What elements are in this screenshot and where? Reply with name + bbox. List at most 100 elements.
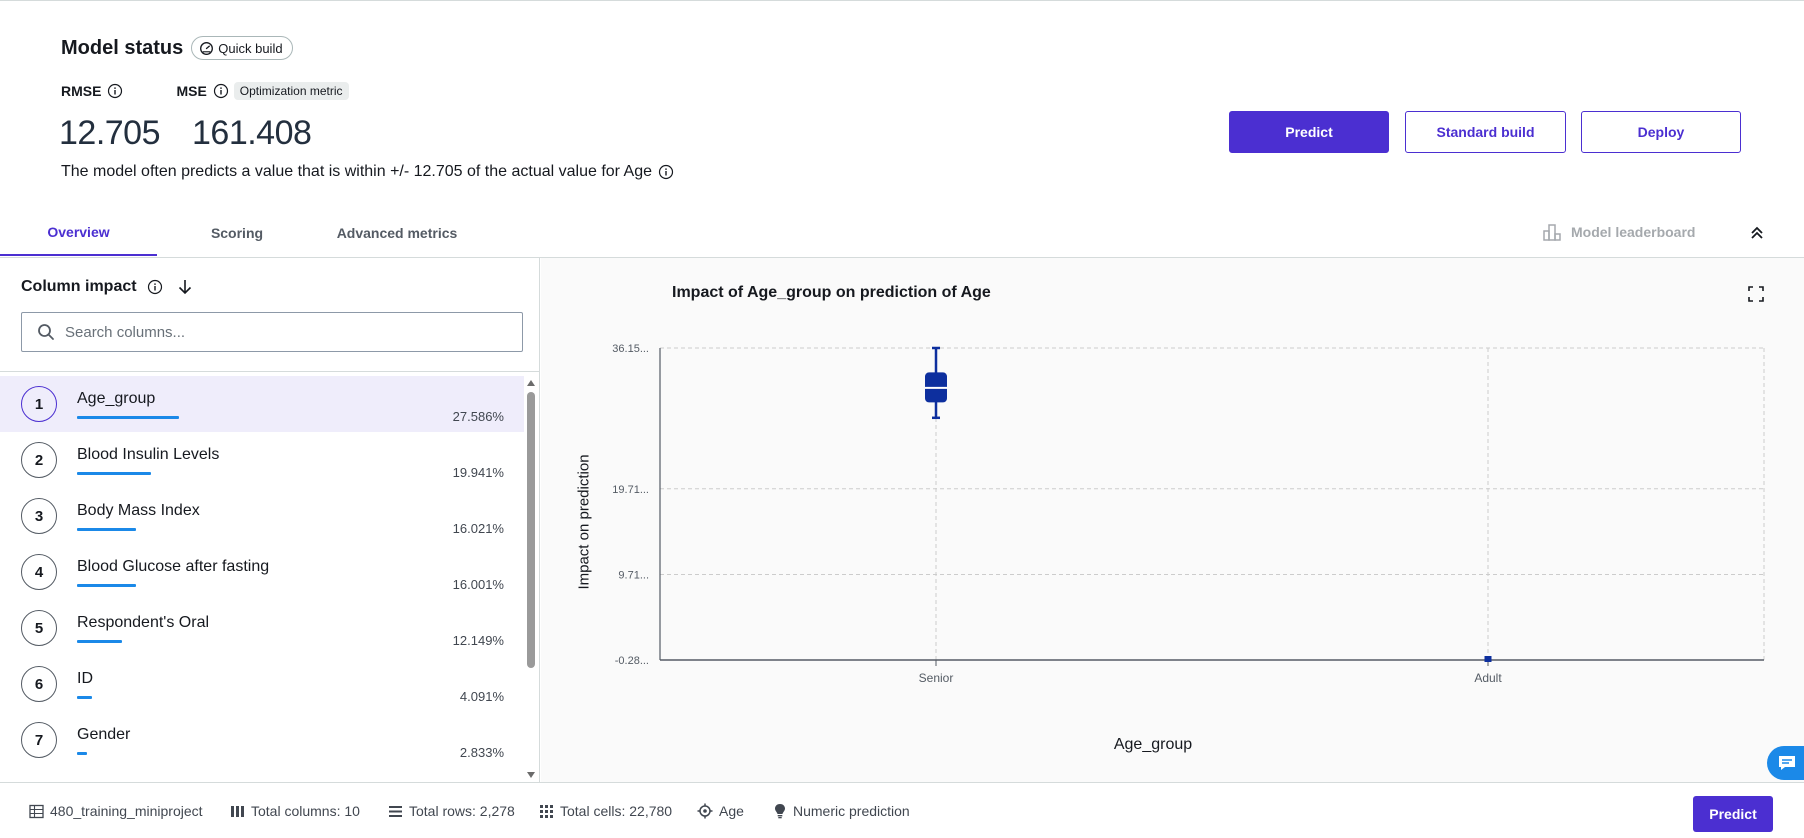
box-plot-chart: 36.15... 19.71... 9.71... -0.28... Senior Adu… bbox=[612, 343, 1765, 685]
build-chip-label: Quick build bbox=[218, 40, 283, 56]
metric-description-text: The model often predicts a value that is… bbox=[61, 163, 653, 180]
build-type-chip: Quick build bbox=[191, 36, 293, 60]
column-impact-row[interactable]: 4 Blood Glucose after fasting 16.001% bbox=[0, 544, 524, 600]
metric-labels: RMSE MSE Optimization metric bbox=[61, 82, 349, 100]
feedback-chat-button[interactable] bbox=[1767, 746, 1804, 780]
column-impact-row[interactable]: 5 Respondent's Oral 12.149% bbox=[0, 600, 524, 656]
tab-advanced-metrics[interactable]: Advanced metrics bbox=[317, 210, 477, 256]
impact-bar bbox=[77, 416, 179, 419]
impact-percentage: 27.586% bbox=[452, 409, 504, 424]
status-footer: 480_training_miniproject Total columns: … bbox=[0, 782, 1804, 838]
rank-badge: 5 bbox=[21, 610, 57, 646]
impact-bar bbox=[77, 528, 136, 531]
mse-label: MSE bbox=[176, 83, 207, 99]
rank-badge: 1 bbox=[21, 386, 57, 422]
y-tick-label: 19.71... bbox=[612, 484, 649, 496]
list-divider bbox=[0, 371, 540, 372]
scroll-down-arrow-icon[interactable] bbox=[527, 772, 535, 778]
rank-badge: 2 bbox=[21, 442, 57, 478]
list-scrollbar[interactable] bbox=[524, 376, 538, 782]
column-impact-row[interactable]: 3 Body Mass Index 16.021% bbox=[0, 488, 524, 544]
column-name: Blood Glucose after fasting bbox=[77, 558, 270, 575]
tab-bar: Overview Scoring Advanced metrics Model … bbox=[0, 210, 1804, 258]
mse-label-group: MSE Optimization metric bbox=[176, 82, 349, 100]
column-impact-row[interactable]: 7 Gender 2.833% bbox=[0, 712, 524, 768]
box-marker bbox=[1484, 656, 1492, 662]
column-impact-row[interactable]: 1 Age_group 27.586% bbox=[0, 376, 524, 432]
column-impact-list: 1 Age_group 27.586% 2 Blood Insulin Levels 19… bbox=[0, 376, 524, 782]
collapse-chevron-icon[interactable] bbox=[1748, 224, 1766, 247]
search-icon bbox=[38, 324, 54, 340]
rmse-label: RMSE bbox=[61, 83, 102, 99]
column-impact-row[interactable]: 6 ID 4.091% bbox=[0, 656, 524, 712]
y-tick-label: 36.15... bbox=[612, 343, 649, 355]
chat-bubble-icon bbox=[1779, 756, 1795, 770]
column-name: Body Mass Index bbox=[77, 502, 200, 519]
scroll-up-arrow-icon[interactable] bbox=[527, 380, 535, 386]
rmse-value: 12.705 bbox=[59, 114, 161, 152]
footer-rows: Total rows: 2,278 bbox=[388, 803, 515, 819]
x-tick-label: Adult bbox=[1474, 671, 1502, 685]
grid-icon bbox=[540, 804, 553, 818]
rank-badge: 4 bbox=[21, 554, 57, 590]
x-axis-label: Age_group bbox=[1113, 736, 1193, 753]
leaderboard-icon bbox=[1543, 224, 1561, 241]
impact-bar bbox=[77, 752, 87, 755]
column-name: Respondent's Oral bbox=[77, 614, 210, 631]
footer-columns-text: Total columns: 10 bbox=[251, 803, 360, 819]
impact-bar bbox=[77, 584, 136, 587]
search-columns-input[interactable] bbox=[65, 323, 505, 341]
column-impact-row[interactable]: 2 Blood Insulin Levels 19.941% bbox=[0, 432, 524, 488]
rank-badge: 7 bbox=[21, 722, 57, 758]
table-icon bbox=[29, 804, 44, 818]
column-name: Age_group bbox=[77, 390, 156, 407]
leaderboard-label: Model leaderboard bbox=[1571, 224, 1696, 240]
metric-description: The model often predicts a value that is… bbox=[61, 163, 674, 181]
footer-cells-text: Total cells: 22,780 bbox=[560, 803, 673, 819]
impact-chart-panel: Impact of Age_group on prediction of Age… bbox=[541, 258, 1804, 782]
speedometer-icon bbox=[200, 41, 214, 55]
impact-percentage: 16.021% bbox=[452, 521, 504, 536]
impact-percentage: 19.941% bbox=[452, 465, 504, 480]
deploy-button[interactable]: Deploy bbox=[1581, 111, 1741, 153]
mse-info-icon[interactable] bbox=[213, 83, 229, 99]
predict-button[interactable]: Predict bbox=[1229, 111, 1389, 153]
rows-icon bbox=[389, 805, 402, 817]
top-border bbox=[0, 0, 1804, 1]
x-tick-label: Senior bbox=[919, 671, 954, 685]
footer-columns: Total columns: 10 bbox=[230, 803, 360, 819]
column-impact-panel: Column impact 1 Age_group 27.586% 2 Blood In… bbox=[0, 258, 540, 782]
y-tick-label: 9.71... bbox=[618, 569, 649, 581]
column-impact-info-icon[interactable] bbox=[147, 279, 163, 295]
impact-percentage: 4.091% bbox=[459, 689, 504, 704]
optimization-metric-badge: Optimization metric bbox=[233, 82, 349, 100]
tab-scoring[interactable]: Scoring bbox=[157, 210, 317, 256]
metric-values: 12.705 161.408 bbox=[59, 114, 312, 153]
standard-build-button[interactable]: Standard build bbox=[1405, 111, 1566, 153]
y-tick-label: -0.28... bbox=[615, 655, 649, 667]
rank-badge: 3 bbox=[21, 498, 57, 534]
impact-percentage: 2.833% bbox=[459, 745, 504, 760]
columns-icon bbox=[231, 805, 244, 817]
description-info-icon[interactable] bbox=[658, 164, 674, 180]
page-title: Model status bbox=[61, 36, 184, 59]
impact-percentage: 12.149% bbox=[452, 633, 504, 648]
rank-badge: 6 bbox=[21, 666, 57, 702]
footer-target: Age bbox=[697, 803, 744, 819]
impact-bar bbox=[77, 640, 122, 643]
footer-dataset-name: 480_training_miniproject bbox=[50, 803, 203, 819]
scrollbar-thumb[interactable] bbox=[527, 392, 535, 668]
tab-overview[interactable]: Overview bbox=[0, 210, 157, 256]
impact-bar bbox=[77, 472, 151, 475]
sort-down-arrow-icon[interactable] bbox=[177, 278, 193, 296]
footer-dataset: 480_training_miniproject bbox=[29, 803, 203, 819]
search-columns-box bbox=[21, 312, 523, 352]
impact-percentage: 16.001% bbox=[452, 577, 504, 592]
y-axis-label: Impact on prediction bbox=[575, 454, 593, 590]
footer-target-text: Age bbox=[719, 803, 744, 819]
model-leaderboard-button[interactable]: Model leaderboard bbox=[1542, 222, 1695, 242]
column-name: Gender bbox=[77, 726, 131, 743]
model-status-header: Model status Quick build bbox=[61, 36, 293, 60]
footer-predict-button[interactable]: Predict bbox=[1693, 796, 1773, 832]
rmse-info-icon[interactable] bbox=[107, 83, 123, 99]
